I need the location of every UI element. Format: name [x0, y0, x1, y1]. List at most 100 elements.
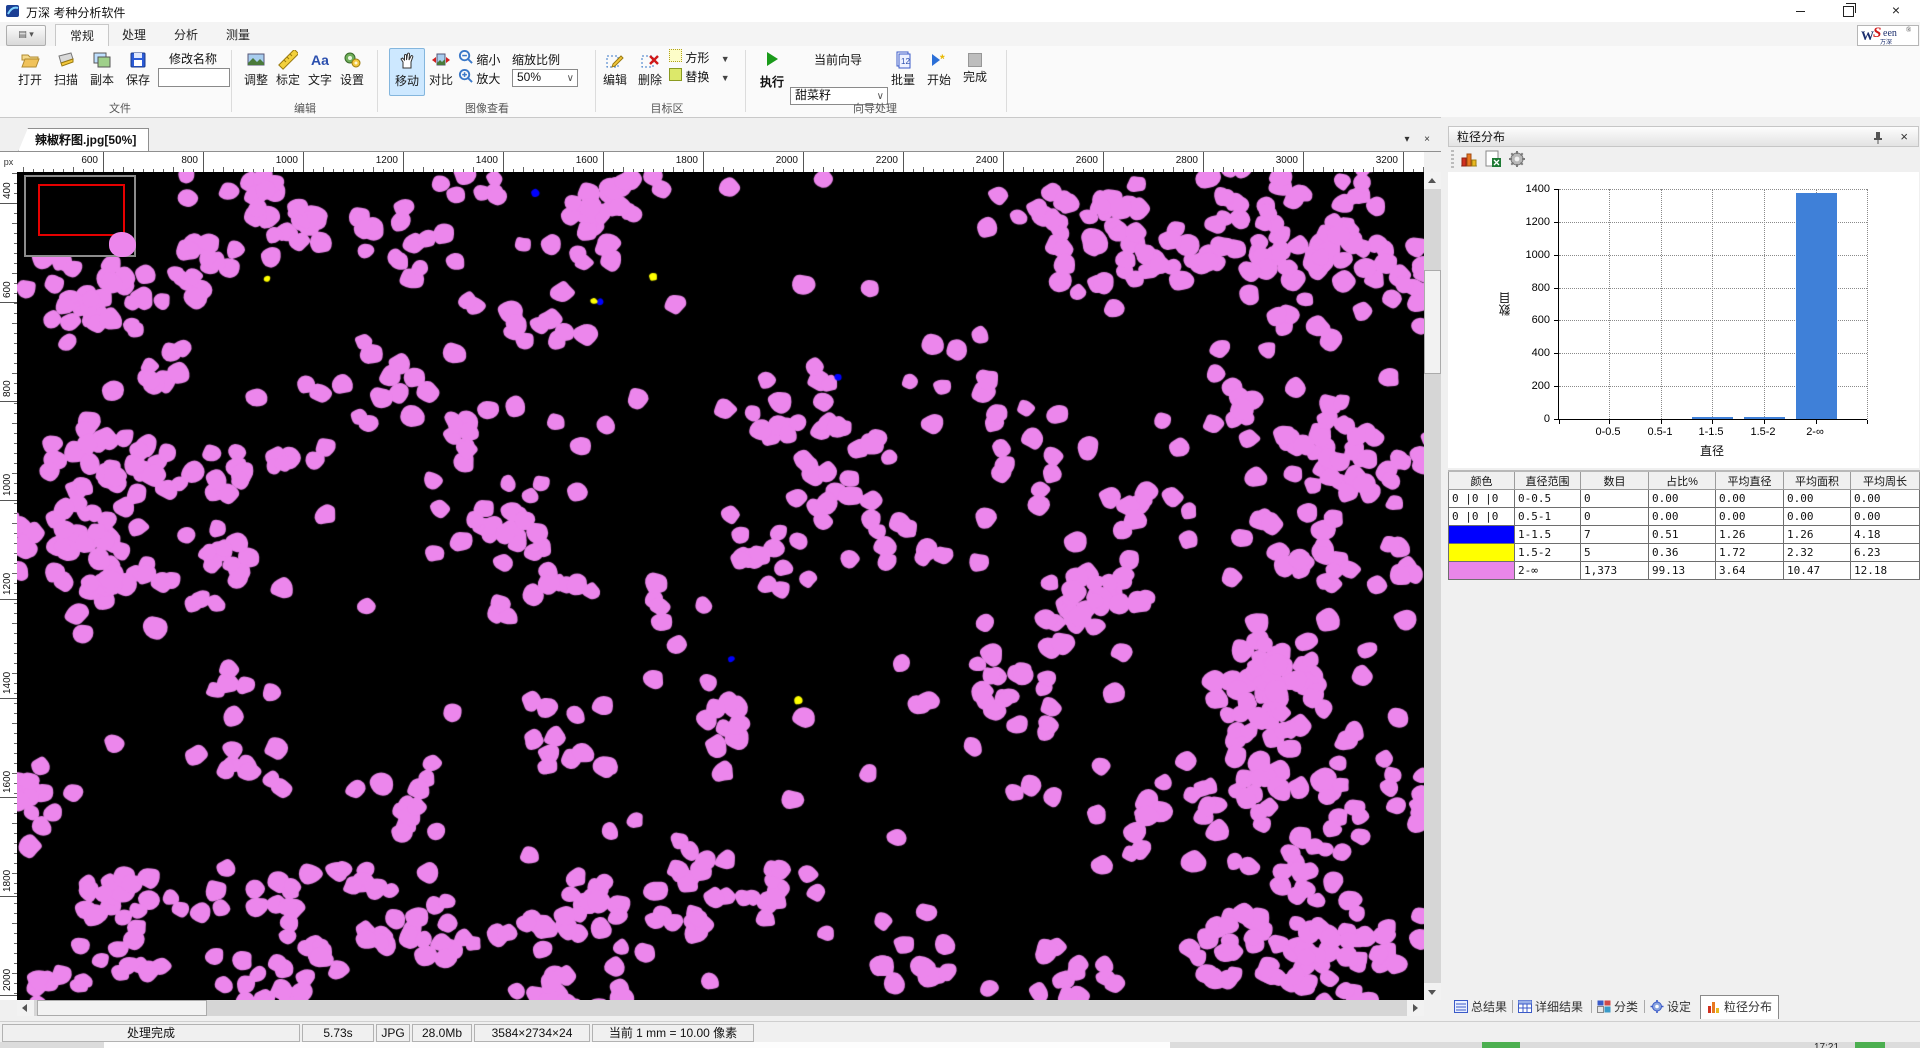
- panel-close-icon[interactable]: ×: [1900, 127, 1908, 147]
- settings-button[interactable]: 设置: [334, 48, 370, 94]
- scroll-left-button[interactable]: [17, 1000, 34, 1016]
- copy-image-icon: [92, 50, 112, 70]
- navigator-view-rect[interactable]: [38, 184, 125, 236]
- scroll-right-button[interactable]: [1407, 1000, 1424, 1016]
- text-Aa-icon: Aa: [310, 50, 330, 70]
- tab-changgui[interactable]: 常规: [55, 24, 109, 47]
- restore-icon: [1843, 6, 1854, 17]
- table-row[interactable]: 2-∞1,37399.133.6410.4712.18: [1449, 562, 1920, 580]
- app-icon: [5, 3, 21, 19]
- replace-button[interactable]: 替换 ▼: [669, 68, 730, 86]
- contrast-image-icon: [431, 50, 451, 70]
- right-arrow-icon: [1413, 1004, 1418, 1012]
- image-viewport[interactable]: [17, 172, 1424, 1000]
- adjust-button[interactable]: 调整: [238, 48, 274, 94]
- table-cell: 0.00: [1784, 508, 1851, 526]
- table-row[interactable]: 1-1.570.511.261.264.18: [1449, 526, 1920, 544]
- horizontal-scrollbar[interactable]: [17, 1000, 1424, 1016]
- move-label: 移动: [395, 74, 419, 88]
- col-color[interactable]: 颜色: [1449, 471, 1515, 490]
- tab-separator: [1591, 1000, 1592, 1013]
- vertical-scroll-thumb[interactable]: [1424, 270, 1441, 374]
- contrast-label: 对比: [429, 73, 453, 87]
- col-avg-area[interactable]: 平均面积: [1784, 471, 1851, 490]
- table-cell: 1,373: [1581, 562, 1649, 580]
- table-cell: 0.00: [1851, 490, 1920, 508]
- col-range[interactable]: 直径范围: [1515, 471, 1581, 490]
- table-cell: 12.18: [1851, 562, 1920, 580]
- duplicate-label: 副本: [90, 73, 114, 87]
- col-percent[interactable]: 占比%: [1649, 471, 1716, 490]
- close-button[interactable]: ×: [1879, 0, 1913, 22]
- calibrate-button[interactable]: 标定: [270, 48, 306, 94]
- chart-icon[interactable]: [1460, 150, 1478, 168]
- table-cell: 2-∞: [1515, 562, 1581, 580]
- move-button[interactable]: 移动: [389, 48, 425, 96]
- col-count[interactable]: 数目: [1581, 471, 1649, 490]
- tab-settings[interactable]: 设定: [1650, 997, 1691, 1017]
- zoom-out-button[interactable]: 缩小: [458, 49, 500, 67]
- document-tab[interactable]: 辣椒籽图.jpg[50%]: [18, 128, 149, 152]
- group-separator: [745, 50, 746, 112]
- table-cell: 7: [1581, 526, 1649, 544]
- start-label: 开始: [927, 73, 951, 87]
- target-edit-button[interactable]: 编辑: [598, 48, 632, 94]
- table-cell: 99.13: [1649, 562, 1716, 580]
- vertical-scrollbar[interactable]: [1424, 172, 1441, 1000]
- table-cell: 10.47: [1784, 562, 1851, 580]
- zoom-in-button[interactable]: 放大: [458, 68, 500, 86]
- scroll-down-button[interactable]: [1424, 983, 1441, 1000]
- open-label: 打开: [18, 73, 42, 87]
- panel-title: 粒径分布: [1457, 130, 1505, 144]
- svg-text:*: *: [940, 52, 945, 66]
- dropdown-arrow-icon[interactable]: ▼: [721, 73, 730, 83]
- minimize-button[interactable]: [1783, 0, 1817, 22]
- start-button[interactable]: * 开始: [922, 48, 956, 94]
- excel-export-icon[interactable]: [1484, 150, 1502, 168]
- save-button[interactable]: 保存: [120, 48, 156, 94]
- chart-ylabel: 数目: [1496, 292, 1513, 316]
- rename-input[interactable]: [158, 68, 230, 87]
- pin-icon[interactable]: [1872, 131, 1884, 144]
- panel-splitter[interactable]: [1441, 117, 1448, 1021]
- restore-button[interactable]: [1831, 0, 1865, 22]
- table-cell: 5: [1581, 544, 1649, 562]
- target-delete-button[interactable]: 删除: [633, 48, 667, 94]
- batch-button[interactable]: 12 批量: [886, 48, 920, 94]
- execute-button[interactable]: 执行: [758, 52, 786, 90]
- tab-size-distribution[interactable]: 粒径分布: [1700, 995, 1779, 1019]
- table-cell: 0.00: [1851, 508, 1920, 526]
- table-row[interactable]: 0 |0 |00-0.500.000.000.000.00: [1449, 490, 1920, 508]
- duplicate-button[interactable]: 副本: [84, 48, 120, 94]
- horizontal-scroll-thumb[interactable]: [37, 1000, 207, 1016]
- settings-label: 设置: [340, 73, 364, 87]
- scan-button[interactable]: 扫描: [48, 48, 84, 94]
- delete-x-icon: [640, 50, 660, 70]
- tab-celiang[interactable]: 测量: [212, 24, 264, 46]
- tab-total-results-label: 总结果: [1471, 1000, 1507, 1014]
- tab-classification[interactable]: 分类: [1597, 997, 1638, 1017]
- tab-fenxi[interactable]: 分析: [160, 24, 212, 46]
- table-row[interactable]: 1.5-250.361.722.326.23: [1449, 544, 1920, 562]
- col-avg-perimeter[interactable]: 平均周长: [1851, 471, 1920, 490]
- zoom-ratio-select[interactable]: 50%∨: [512, 69, 578, 87]
- square-select-button[interactable]: 方形 ▼: [669, 49, 730, 67]
- dropdown-arrow-icon[interactable]: ▼: [721, 54, 730, 64]
- document-close-icon[interactable]: ×: [1419, 133, 1435, 147]
- col-avg-diameter[interactable]: 平均直径: [1716, 471, 1784, 490]
- app-menu-button[interactable]: ▤ ▾: [6, 25, 46, 46]
- table-row[interactable]: 0 |0 |00.5-100.000.000.000.00: [1449, 508, 1920, 526]
- settings-icon[interactable]: [1508, 150, 1526, 168]
- text-button[interactable]: Aa 文字: [302, 48, 338, 94]
- tab-list-dropdown[interactable]: ▾: [1399, 133, 1415, 147]
- open-button[interactable]: 打开: [12, 48, 48, 94]
- tab-total-results[interactable]: 总结果: [1454, 997, 1507, 1017]
- contrast-button[interactable]: 对比: [424, 48, 458, 94]
- zoom-out-label: 缩小: [476, 53, 500, 67]
- chart-bar: [1796, 193, 1837, 419]
- scroll-up-button[interactable]: [1424, 172, 1441, 189]
- finish-button[interactable]: 完成: [958, 48, 992, 94]
- tab-detailed-results[interactable]: 详细结果: [1518, 997, 1583, 1017]
- tab-chuli[interactable]: 处理: [108, 24, 160, 46]
- open-folder-icon: [20, 50, 40, 70]
